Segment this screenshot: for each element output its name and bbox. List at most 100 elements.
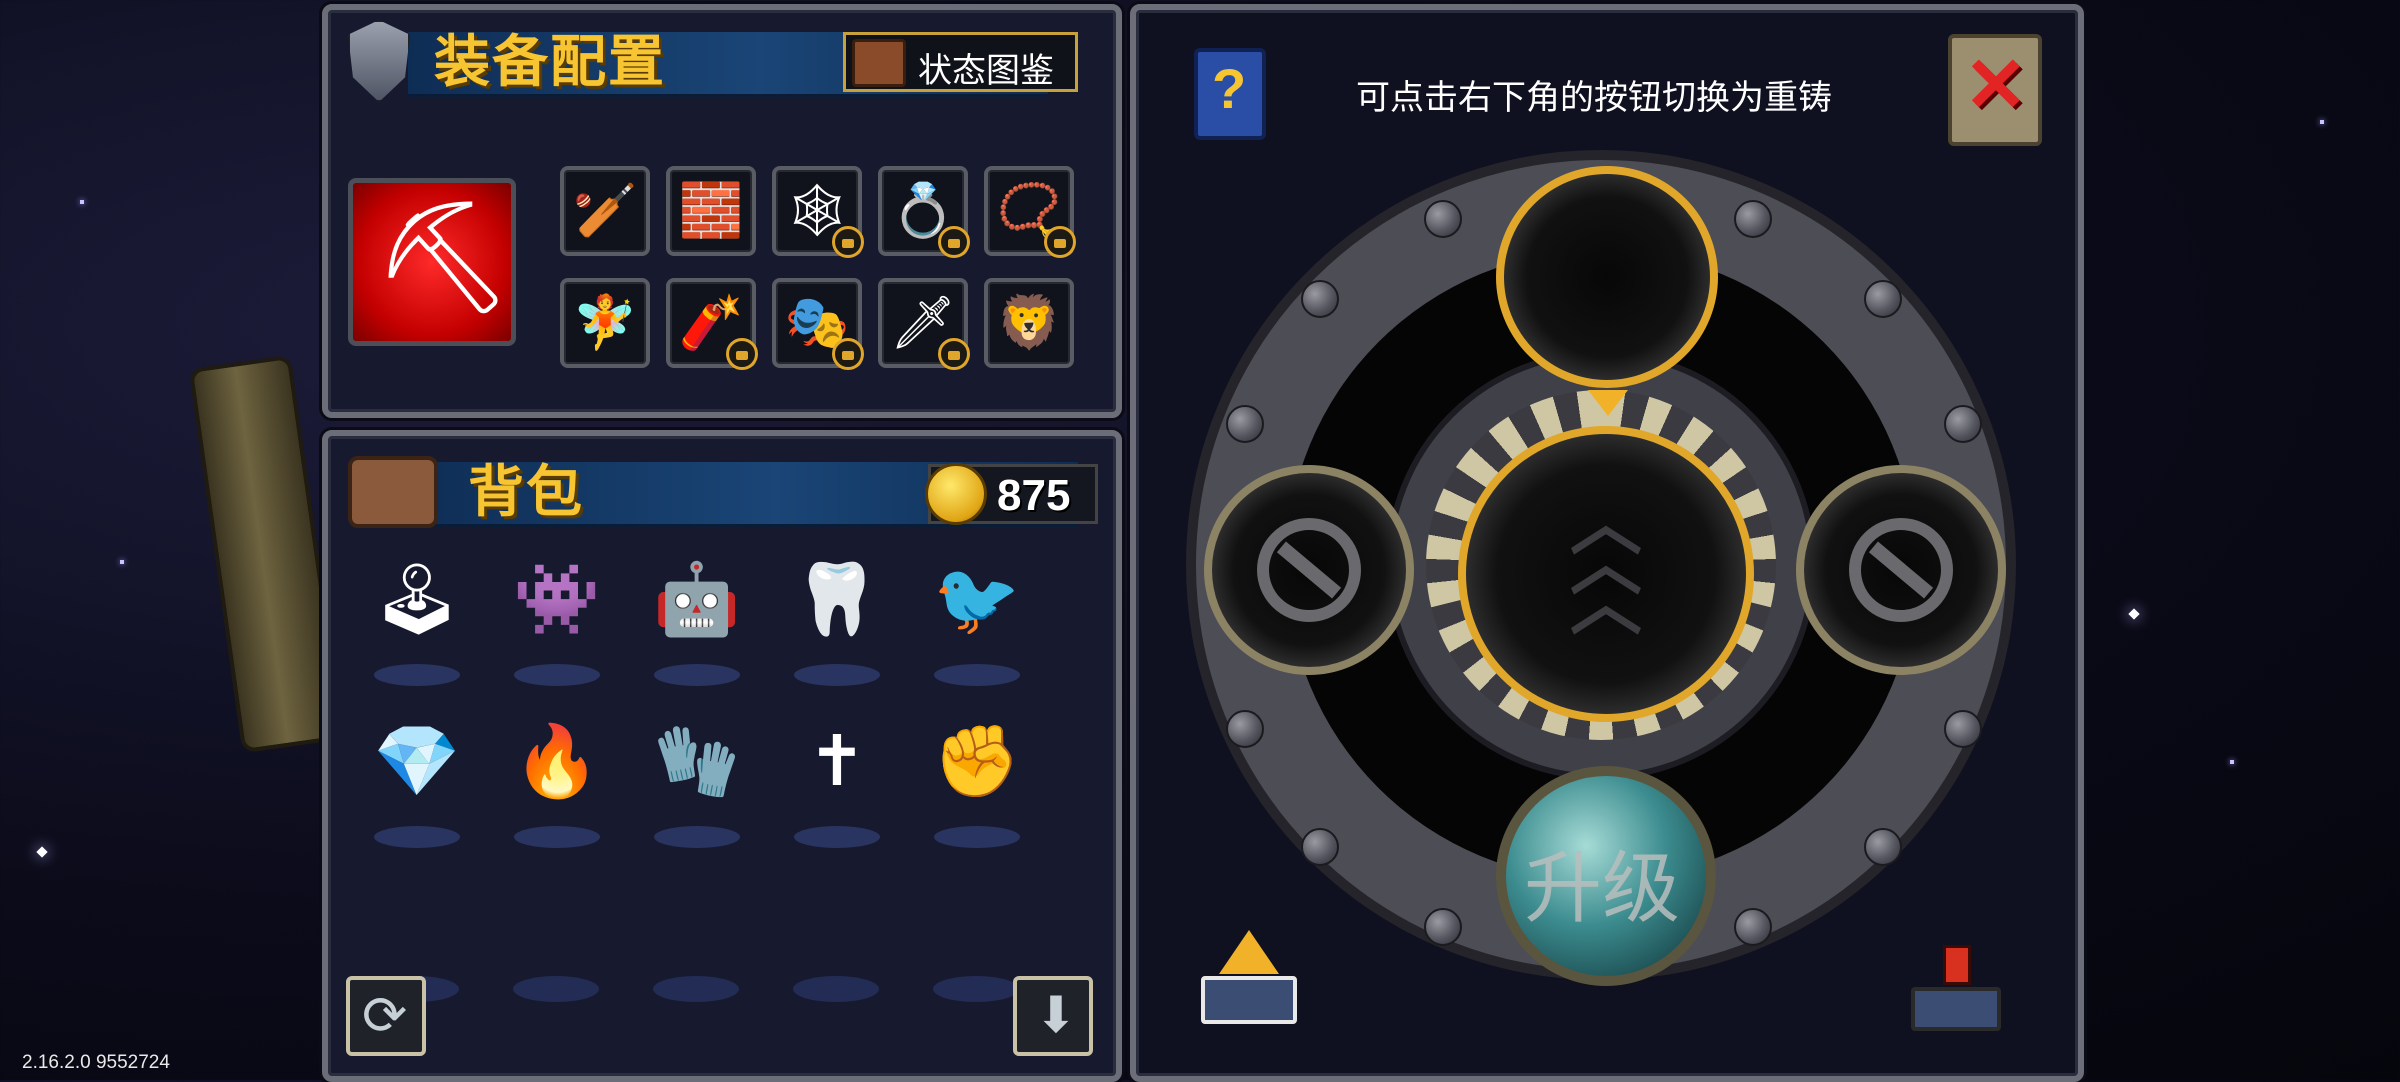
codex-book-icon <box>852 39 906 87</box>
lock-icon <box>832 338 864 370</box>
equipment-slot[interactable]: 📿 <box>984 166 1076 258</box>
empty-slot-shadow <box>653 976 739 1002</box>
equipment-slot[interactable]: 💍 <box>878 166 970 258</box>
bolt <box>1301 280 1339 318</box>
locked-socket-right <box>1796 465 2006 675</box>
equipment-slot[interactable]: 🏏 <box>560 166 650 256</box>
bolt <box>1864 828 1902 866</box>
bronze-fist-icon: ✊ <box>933 722 1021 800</box>
lion-mane-icon: 🦁 <box>996 294 1062 352</box>
lock-icon <box>938 226 970 258</box>
version-label: 2.16.2.0 9552724 <box>22 1052 170 1073</box>
anvil-upgrade-mode-button[interactable] <box>1181 930 1316 1050</box>
armor-icon <box>348 20 410 102</box>
backpack-item[interactable]: ✝ <box>782 718 892 848</box>
bolt <box>1424 200 1462 238</box>
background-star <box>120 560 124 564</box>
anvil-reforge-mode-button[interactable] <box>1901 945 2011 1050</box>
bolt <box>1226 710 1264 748</box>
prohibited-icon <box>1257 518 1361 622</box>
bolt <box>1424 908 1462 946</box>
item-shadow <box>794 826 880 848</box>
backpack-item[interactable]: 🕹 <box>362 556 472 686</box>
output-socket-center[interactable]: ︿ ︿ ︿ <box>1458 426 1754 722</box>
robot-chest-icon: 🤖 <box>653 560 741 638</box>
status-codex-label: 状态图鉴 <box>918 51 1054 91</box>
lock-icon <box>726 338 758 370</box>
backpack-item[interactable]: ✊ <box>922 718 1032 848</box>
green-crystal-icon: 💎 <box>373 722 461 800</box>
fire-seahorse-icon: 🔥 <box>513 722 601 800</box>
equipment-slot[interactable]: 🗡 <box>878 278 970 370</box>
forge-hint: 可点击右下角的按钮切换为重铸 <box>1356 78 1832 118</box>
red-hammer-icon <box>1943 945 1971 985</box>
arcade-machine-skull-icon: 👾 <box>513 560 601 638</box>
item-shadow <box>794 664 880 686</box>
equipment-slot[interactable]: 🕸 <box>772 166 864 258</box>
locked-socket-left <box>1204 465 1414 675</box>
question-mark-icon: ? <box>1212 57 1247 120</box>
fang-necklace-icon: 🦷 <box>793 560 881 638</box>
equipment-slot[interactable]: 🎭 <box>772 278 864 370</box>
equipment-slot[interactable]: 🧨 <box>666 278 758 370</box>
bolt <box>1944 405 1982 443</box>
equipment-slot[interactable]: 🧱 <box>666 166 756 256</box>
bolt <box>1944 710 1982 748</box>
pickaxe-icon: ⛏ <box>373 196 513 319</box>
equipment-slot[interactable]: 🦁 <box>984 278 1074 368</box>
refresh-icon: ⟳ <box>362 986 408 1046</box>
brick-icon: 🧱 <box>678 182 744 240</box>
up-arrow-icon <box>1219 930 1279 974</box>
lock-icon <box>1044 226 1076 258</box>
equipment-slot[interactable]: 🧚 <box>560 278 650 368</box>
item-shadow <box>934 664 1020 686</box>
baseball-bat-icon: 🏏 <box>572 182 638 240</box>
backpack-item[interactable]: 🐦 <box>922 556 1032 686</box>
backpack-item[interactable]: 🧤 <box>642 718 752 848</box>
anvil-icon <box>1201 976 1297 1024</box>
bolt <box>1734 908 1772 946</box>
fairy-icon: 🧚 <box>572 294 638 352</box>
background-star <box>2128 608 2140 620</box>
coin-count: 875 <box>997 471 1071 520</box>
upgrade-button[interactable]: 升级 <box>1496 766 1716 986</box>
item-shadow <box>934 826 1020 848</box>
arrow-down-icon: ⬇ <box>1035 987 1077 1043</box>
backpack-item[interactable]: 🔥 <box>502 718 612 848</box>
backpack-item[interactable]: 💎 <box>362 718 472 848</box>
main-weapon-slot[interactable]: ⛏ <box>348 178 516 346</box>
bolt <box>1864 280 1902 318</box>
arrow-down-icon <box>1588 390 1628 416</box>
input-socket-top[interactable] <box>1496 166 1718 388</box>
lock-icon <box>832 226 864 258</box>
bolt <box>1301 828 1339 866</box>
coin-counter: 875 <box>925 463 1098 525</box>
equipment-title: 装备配置 <box>434 30 666 95</box>
empty-slot-shadow <box>513 976 599 1002</box>
backpack-icon <box>348 456 438 528</box>
empty-slot-shadow <box>793 976 879 1002</box>
backpack-item[interactable]: 🤖 <box>642 556 752 686</box>
rosary-icon: ✝ <box>807 722 867 800</box>
close-button[interactable]: ✕ <box>1948 34 2042 146</box>
background-star <box>80 200 84 204</box>
backpack-title: 背包 <box>468 460 584 525</box>
backpack-item[interactable]: 🦷 <box>782 556 892 686</box>
lock-icon <box>938 338 970 370</box>
help-book-icon[interactable]: ? <box>1194 48 1266 140</box>
backpack-item[interactable]: 👾 <box>502 556 612 686</box>
refresh-button[interactable]: ⟳ <box>346 976 426 1056</box>
background-star <box>36 846 48 858</box>
upgrade-chevrons-icon: ︿ ︿ ︿ <box>1569 484 1642 644</box>
sort-down-button[interactable]: ⬇ <box>1013 976 1093 1056</box>
prohibited-icon <box>1849 518 1953 622</box>
golden-glove-icon: 🧤 <box>653 722 741 800</box>
close-icon: ✕ <box>1964 43 2028 128</box>
equipment-panel: 装备配置 状态图鉴 ⛏ 🏏 🧱 🕸 💍 📿 🧚 🧨 🎭 🗡 🦁 <box>322 4 1122 418</box>
bolt <box>1734 200 1772 238</box>
status-codex-button[interactable]: 状态图鉴 <box>843 32 1078 92</box>
item-shadow <box>374 664 460 686</box>
item-shadow <box>654 664 740 686</box>
blue-bird-icon: 🐦 <box>933 560 1021 638</box>
item-shadow <box>514 664 600 686</box>
